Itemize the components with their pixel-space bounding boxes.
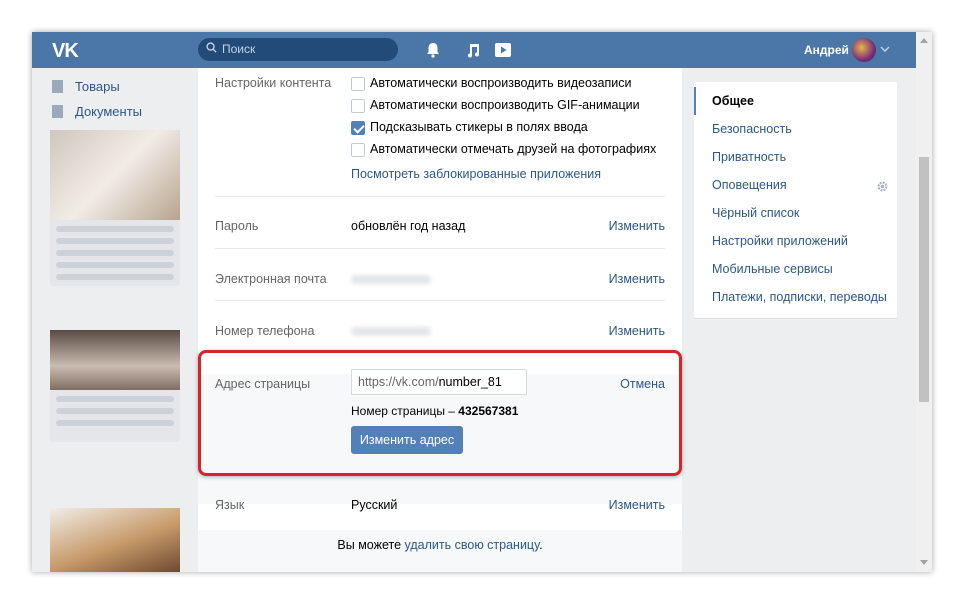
menu-item-general[interactable]: Общее (712, 94, 754, 108)
music-icon[interactable] (464, 41, 482, 59)
ad-image (50, 130, 180, 220)
checkbox-auto-tag-friends[interactable] (351, 143, 365, 157)
checkbox-label[interactable]: Автоматически воспроизводить GIF-анимаци… (370, 98, 640, 112)
scroll-down-icon[interactable] (920, 560, 928, 565)
checkbox-autoplay-video[interactable] (351, 77, 365, 91)
email-value-blurred (351, 275, 431, 284)
blocked-apps-link[interactable]: Посмотреть заблокированные приложения (351, 167, 601, 181)
scroll-up-icon[interactable] (920, 38, 928, 43)
blurred-ad-block[interactable] (50, 130, 180, 286)
delete-page-footer: Вы можете удалить свою страницу. (198, 530, 682, 572)
password-label: Пароль (215, 219, 259, 233)
phone-change-link[interactable]: Изменить (609, 324, 665, 338)
divider (215, 248, 665, 249)
blurred-ad-block[interactable] (50, 508, 180, 572)
search-input[interactable]: Поиск (198, 38, 398, 61)
ad-image (50, 508, 180, 572)
password-status: обновлён год назад (351, 219, 466, 233)
content-settings-label: Настройки контента (215, 76, 332, 90)
divider (215, 300, 665, 301)
scrollbar[interactable] (916, 32, 932, 572)
browser-window: VK Поиск Андрей Товары Документы Настрой… (32, 32, 932, 572)
search-icon (206, 42, 217, 53)
vk-logo[interactable]: VK (52, 40, 79, 63)
ad-text (56, 262, 174, 268)
divider (215, 196, 665, 197)
ad-text (56, 250, 174, 256)
user-name[interactable]: Андрей (804, 43, 849, 57)
password-change-link[interactable]: Изменить (609, 219, 665, 233)
ad-text (56, 274, 174, 280)
email-label: Электронная почта (215, 272, 327, 286)
delete-page-link[interactable]: удалить свою страницу (405, 538, 540, 552)
scrollbar-thumb[interactable] (919, 157, 929, 402)
checkbox-label[interactable]: Автоматически отмечать друзей на фотогра… (370, 142, 656, 156)
checkbox-label[interactable]: Подсказывать стикеры в полях ввода (370, 120, 588, 134)
ad-text (56, 408, 174, 414)
ad-text (56, 238, 174, 244)
checkbox-sticker-hints[interactable] (351, 121, 365, 135)
menu-item-security[interactable]: Безопасность (712, 122, 792, 136)
menu-item-payments[interactable]: Платежи, подписки, переводы (712, 290, 887, 304)
language-change-link[interactable]: Изменить (609, 498, 665, 512)
settings-menu: Общее Безопасность Приватность Оповещени… (694, 82, 897, 318)
footer-end: . (539, 538, 543, 552)
language-label: Язык (215, 498, 245, 512)
settings-panel: Настройки контента Автоматически воспрои… (198, 68, 682, 572)
menu-item-privacy[interactable]: Приватность (712, 150, 786, 164)
avatar[interactable] (852, 38, 876, 62)
left-sidebar: Товары Документы (32, 68, 192, 572)
gear-icon[interactable] (876, 180, 889, 193)
bell-icon[interactable] (424, 41, 442, 59)
play-icon[interactable] (494, 41, 512, 59)
search-placeholder: Поиск (222, 42, 256, 56)
language-value: Русский (351, 498, 398, 512)
blurred-ad-block[interactable] (50, 330, 180, 442)
sidebar-item-label: Товары (75, 79, 120, 94)
top-header: VK Поиск Андрей (32, 32, 916, 68)
active-indicator (694, 87, 696, 115)
email-change-link[interactable]: Изменить (609, 272, 665, 286)
ad-text (56, 396, 174, 402)
highlight-frame (198, 350, 682, 476)
ad-image (50, 330, 180, 390)
checkbox-label[interactable]: Автоматически воспроизводить видеозаписи (370, 76, 631, 90)
ad-text (56, 226, 174, 232)
phone-label: Номер телефона (215, 324, 315, 338)
footer-text: Вы можете (337, 538, 402, 552)
menu-item-mobile-services[interactable]: Мобильные сервисы (712, 262, 833, 276)
bag-icon (52, 80, 63, 93)
menu-item-app-settings[interactable]: Настройки приложений (712, 234, 848, 248)
menu-item-blacklist[interactable]: Чёрный список (712, 206, 799, 220)
sidebar-item-label: Документы (75, 104, 143, 119)
checkbox-autoplay-gif[interactable] (351, 99, 365, 113)
chevron-down-icon[interactable] (880, 44, 890, 54)
sidebar-item-goods[interactable]: Товары (52, 79, 120, 94)
sidebar-item-documents[interactable]: Документы (52, 104, 142, 119)
document-icon (52, 105, 63, 118)
ad-text (56, 420, 174, 426)
menu-item-notifications[interactable]: Оповещения (712, 178, 787, 192)
phone-value-blurred (351, 327, 431, 336)
